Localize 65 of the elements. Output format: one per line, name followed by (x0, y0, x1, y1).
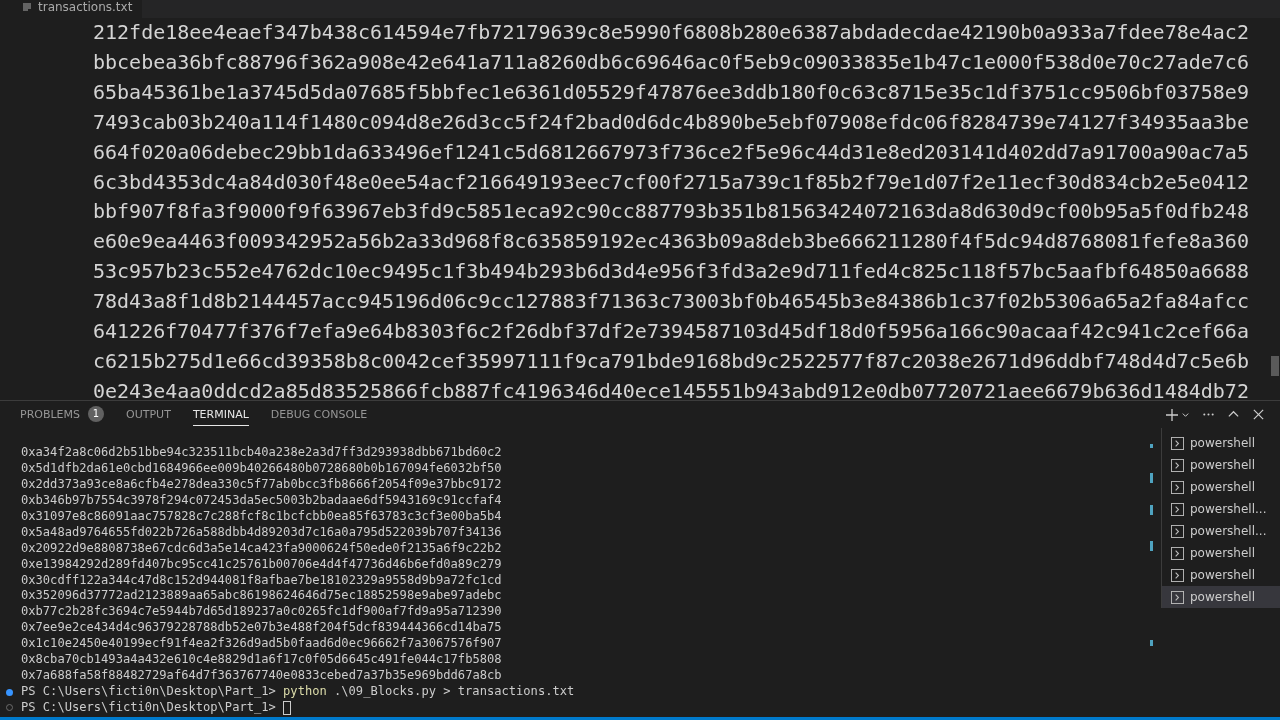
terminal-icon (1171, 524, 1184, 538)
terminal-icon (1171, 546, 1184, 560)
terminal-line: 0xb346b97b7554c3978f294c072453da5ec5003b2badaae6df5943169c91ccfaf4 (21, 492, 502, 509)
terminal-icon (1171, 590, 1184, 604)
code-line: 0e243e4aa0ddcd2a85d83525866fcb887fc4196346d40ece145551b943abd912e0db07720721aee6679b636d1484db72 (93, 377, 1249, 400)
code-line: 53c957b23c552e4762dc10ec9495c1f3b494b293b6d3d4e956f3fd3a2e9d711fed4c825c118f57bc5aafbf64850a6688 (93, 258, 1249, 286)
terminal-line: 0x8cba70cb1493a4a432e610c4e8829d1a6f17c0f05d6645c491fe044c17fb5808 (21, 652, 502, 669)
terminal-icon (1171, 436, 1184, 450)
prompt-text: PS C:\Users\ficti0n\Desktop\Part_1> (21, 700, 276, 716)
terminal-line: 0xa34f2a8c06d2b51bbe94c323511bcb40a238e2a3d7ff3d293938dbb671bd60c2 (21, 445, 502, 461)
code-line: 212fde18ee4eaef347b438c614594e7fb72179639c8e5990f6808b280e6387abdadecdae42190b0a933a7fdee78e4ac2 (93, 19, 1249, 46)
code-line: 664f020a06debec29bb1da633496ef1241c5d6812667973f736ce2f5e96c44d31e8ed203141d402dd7a91700a90ac7a5 (93, 138, 1249, 166)
terminal-icon (1171, 502, 1184, 516)
code-line: e60e9ea4463f009342952a56b2a33d968f8c635859192ec4363b09a8deb3be666211280f4f5dc94d8768081fefe8a360 (93, 228, 1249, 256)
terminal-list-item[interactable]: powershell... (1162, 520, 1280, 542)
editor-tab[interactable]: transactions.txt (0, 0, 143, 18)
terminal-list-item[interactable]: powershell (1162, 476, 1280, 498)
scroll-marker (1150, 473, 1153, 483)
panel-tab[interactable]: TERMINAL (192, 406, 249, 426)
chevron-down-icon[interactable] (1181, 410, 1190, 419)
terminal-line: 0x5a48ad9764655fd022b726a588dbb4d89203d7c16a0a795d522039b707f34136 (21, 524, 502, 541)
prompt-text: PS C:\Users\ficti0n\Desktop\Part_1> (21, 684, 276, 700)
code-line: 6c3bd4353dc4a84d030f48e0ee54acf216649193eec7cf00f2715a739c1f85b2f79e1d07f2e11ecf30d834cb2e5e0412 (93, 168, 1249, 196)
close-icon[interactable] (1252, 408, 1265, 421)
scroll-marker (1150, 444, 1153, 448)
count-badge: 1 (88, 406, 105, 422)
panel-tab[interactable]: OUTPUT (126, 406, 171, 426)
terminal-line: 0x2dd373a93ce8a6cfb4e278dea330c5f77ab0bcc3fb8666f2054f09e37bbc9172 (21, 476, 502, 493)
code-line: 65ba45361be1a3745d5da07685f5bbfec1e6361d05529f47876ee3ddb180f0c63c8715e35c1df3751cc9506bf03758e9 (93, 78, 1249, 106)
terminal-line: 0x352096d37772ad2123889aa65abc86198624646d75ec18852598e9abe97adebc (21, 588, 502, 605)
command-args: .\09_Blocks.py > transactions.txt (334, 684, 575, 700)
terminal-list-item[interactable]: powershell (1162, 586, 1280, 608)
terminal-line: 0x31097e8c86091aac757828c7c288fcf8c1bcfcbb0ea85f63783c3cf3e00ba5b4 (21, 508, 502, 525)
panel-tab[interactable]: DEBUG CONSOLE (270, 406, 368, 426)
command-success-dot (6, 688, 13, 696)
code-line: 7493cab03b240a114f1480c094d8e26d3cc5f24f2bad0d6dc4b890be5ebf07908efdc06f8284739e74127f34935aa3be (93, 108, 1249, 136)
code-line: c6215b275d1e66cd39358b8c0042cef35997111f9ca791bde9168bd9c2522577f87c2038e2671d96ddbf748d4d7c5e6b (93, 347, 1249, 375)
scroll-marker (1150, 541, 1153, 551)
text-cursor (283, 700, 292, 715)
terminal-line: 0x7ee9e2ce434d4c96379228788db52e07b3e488f204f5dcf839444366cd14ba75 (21, 620, 502, 637)
terminal-icon (1171, 480, 1184, 494)
code-line: bbf907f8fa3f9000f9f63967eb3fd9c5851eca92c90cc887793b351b81563424072163da8d630d9cf00b95a5f0dfb248 (93, 198, 1249, 226)
scroll-marker (1150, 640, 1153, 646)
terminal-line: 0x20922d9e8808738e67cdc6d3a5e14ca423fa9000624f50ede0f2135a6f9c22b2 (21, 540, 502, 557)
terminal-icon (1171, 568, 1184, 582)
terminal-icon (1171, 458, 1184, 472)
terminal-line: 0x5d1dfb2da61e0cbd1684966ee009b40266480b0728680b0b167094fe6032bf50 (21, 460, 502, 477)
panel-tab[interactable]: PROBLEMS 1 (20, 406, 105, 426)
scrollbar-thumb[interactable] (1271, 356, 1279, 376)
terminal-line: 0x1c10e2450e40199ecf91f4ea2f326d9ad5b0faad6d0ec96662f7a3067576f907 (21, 636, 502, 653)
code-line: 641226f70477f376f7efa9e64b8303f6c2f26dbf37df2e7394587103d45df18d0f5956a166c90acaaf42c941c2cef66a (93, 318, 1249, 346)
code-line: bbcebea36bfc88796f362a908e42e641a711a8260db6c69646ac0f5eb9c09033835e1b47c1e000f538d0e70c27ade7c6 (93, 48, 1249, 76)
command-name: python (283, 684, 327, 700)
terminal-list-item[interactable]: powershell (1162, 432, 1280, 454)
terminal-list-item[interactable]: powershell (1162, 542, 1280, 564)
terminal-list-item[interactable]: powershell (1162, 454, 1280, 476)
code-line: 78d43a8f1d8b2144457acc945196d06c9cc127883f71363c73003bf0b46545b3e84386b1c37f02b5306a65a2fa84afcc (93, 288, 1249, 316)
terminal-list-item[interactable]: powershell (1162, 564, 1280, 586)
terminal-line: 0x7a688fa58f88482729af64d7f363767740e0833cebed7a37b35e969bdd67a8cb (21, 668, 502, 685)
add-terminal-icon[interactable] (1165, 407, 1179, 422)
terminal-line: 0xb77c2b28fc3694c7e5944b7d65d189237a0c0265fc1df900af7fd9a95a712390 (21, 604, 502, 621)
terminal-line: 0xe13984292d289fd407bc95cc41c25761b00706e4d4f47736d46b6efd0a89c279 (21, 556, 502, 573)
terminal-line: 0x30cdff122a344c47d8c152d944081f8afbae7be18102329a9558d9b9a72fc1cd (21, 572, 502, 589)
scroll-marker (1150, 505, 1153, 515)
terminal-list-item[interactable]: powershell... (1162, 498, 1280, 520)
